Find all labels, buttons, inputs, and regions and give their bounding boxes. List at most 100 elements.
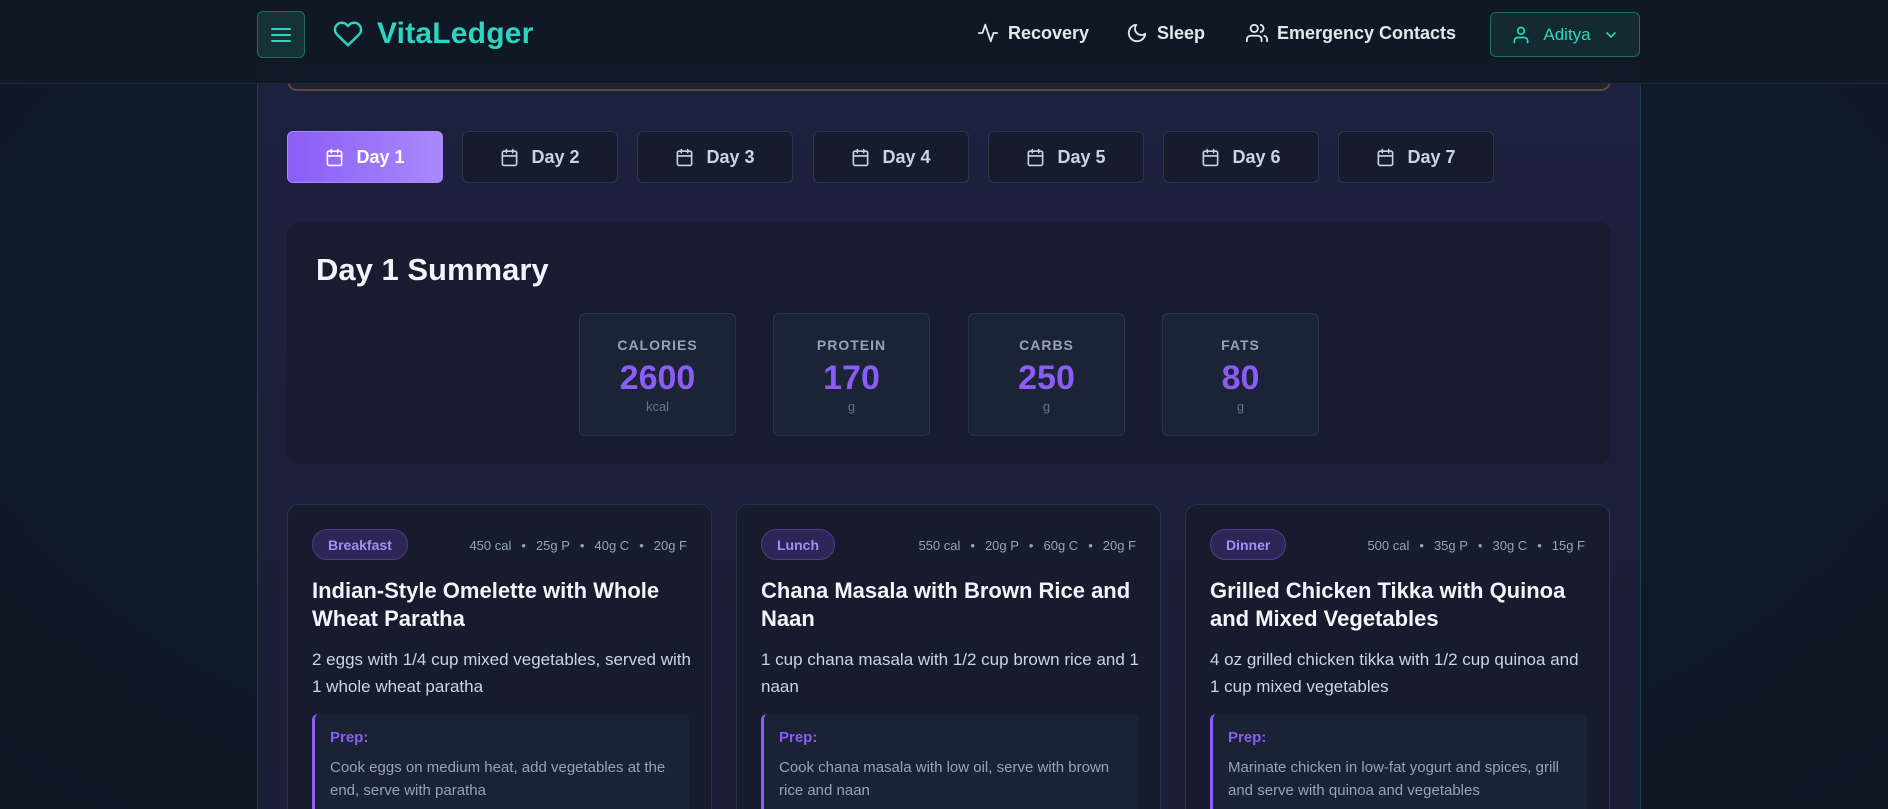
separator-dot: • <box>970 538 975 553</box>
stat-value: 170 <box>823 359 880 397</box>
separator-dot: • <box>579 538 585 553</box>
nav-recovery[interactable]: Recovery <box>977 22 1089 44</box>
macro-fats: 20g F <box>653 538 687 553</box>
calendar-icon <box>502 148 518 166</box>
menu-button[interactable] <box>257 11 305 58</box>
heart-icon <box>333 21 363 47</box>
nav-recovery-label: Recovery <box>1008 22 1090 43</box>
user-menu-button[interactable]: Aditya <box>1490 12 1640 57</box>
tab-day-2[interactable]: Day 2 <box>462 131 618 183</box>
calendar-icon <box>1028 148 1044 166</box>
prep-text: Cook eggs on medium heat, add vegetables… <box>330 759 666 799</box>
stat-unit: g <box>847 399 856 414</box>
prep-label: Prep: <box>1228 729 1267 746</box>
nav-sleep[interactable]: Sleep <box>1126 22 1205 44</box>
tab-label: Day 6 <box>1232 146 1281 167</box>
prep-label: Prep: <box>330 729 369 746</box>
meal-description: 4 oz grilled chicken tikka with 1/2 cup … <box>1210 650 1579 696</box>
stat-label: CALORIES <box>617 337 698 353</box>
calendar-icon <box>677 148 693 166</box>
tab-day-3[interactable]: Day 3 <box>637 131 793 183</box>
chevron-down-icon <box>1605 31 1616 38</box>
stat-protein: PROTEIN 170 g <box>773 313 930 436</box>
meal-type-badge: Breakfast <box>312 529 408 560</box>
stat-value: 2600 <box>619 359 696 397</box>
macro-calories: 550 cal <box>918 538 961 553</box>
stat-label: FATS <box>1221 337 1260 353</box>
calendar-icon <box>1378 148 1394 166</box>
macro-carbs: 40g C <box>594 538 630 553</box>
meal-macros: 550 cal • 20g P • 60g C • 20g F <box>918 538 1136 553</box>
macro-carbs: 30g C <box>1492 538 1528 553</box>
stat-carbs: CARBS 250 g <box>968 313 1125 436</box>
tab-day-1[interactable]: Day 1 <box>287 131 443 183</box>
stat-label: CARBS <box>1019 337 1074 353</box>
top-navbar: VitaLedger Recovery Sleep Emergency Cont… <box>0 0 1888 84</box>
separator-dot: • <box>1477 538 1483 553</box>
stat-calories: CALORIES 2600 kcal <box>579 313 736 436</box>
calendar-icon <box>1203 148 1219 166</box>
separator-dot: • <box>1419 538 1424 553</box>
meal-macros: 500 cal • 35g P • 30g C • 15g F <box>1367 538 1585 553</box>
meal-type-badge: Dinner <box>1210 529 1287 560</box>
macro-protein: 35g P <box>1433 538 1468 553</box>
separator-dot: • <box>639 538 644 553</box>
user-icon <box>1513 26 1529 43</box>
tab-label: Day 7 <box>1407 146 1456 167</box>
separator-dot: • <box>1028 538 1034 553</box>
tab-label: Day 3 <box>706 146 755 167</box>
users-icon <box>1246 23 1268 43</box>
hamburger-icon <box>271 27 291 42</box>
stat-value: 250 <box>1018 359 1075 397</box>
prep-box: Prep: Marinate chicken in low-fat yogurt… <box>1210 714 1587 809</box>
nav-emergency-contacts[interactable]: Emergency Contacts <box>1246 22 1456 44</box>
meal-card-dinner[interactable]: Dinner 500 cal • 35g P • 30g C • 15g F Gril… <box>1185 504 1610 809</box>
day-summary-card: Day 1 Summary CALORIES 2600 kcal PROTEIN… <box>287 222 1611 464</box>
meal-description: 1 cup chana masala with 1/2 cup brown ri… <box>761 650 1140 696</box>
macro-protein: 25g P <box>535 538 570 553</box>
stat-unit: g <box>1236 399 1245 414</box>
meal-card-breakfast[interactable]: Breakfast 450 cal • 25g P • 40g C • 20g F I… <box>287 504 712 809</box>
stat-fats: FATS 80 g <box>1162 313 1319 436</box>
prep-text: Marinate chicken in low-fat yogurt and s… <box>1228 759 1559 799</box>
tab-label: Day 4 <box>882 146 931 167</box>
tab-day-4[interactable]: Day 4 <box>813 131 969 183</box>
tab-label: Day 1 <box>356 146 405 167</box>
meal-macros: 450 cal • 25g P • 40g C • 20g F <box>469 538 687 553</box>
prep-text: Cook chana masala with low oil, serve wi… <box>779 759 1110 799</box>
meal-title: Grilled Chicken Tikka with Quinoa and Mi… <box>1210 578 1566 631</box>
macro-protein: 20g P <box>984 538 1019 553</box>
nav-emergency-contacts-label: Emergency Contacts <box>1277 22 1457 43</box>
stat-label: PROTEIN <box>816 337 887 353</box>
app-logo[interactable]: VitaLedger <box>333 17 534 51</box>
tab-day-5[interactable]: Day 5 <box>988 131 1144 183</box>
separator-dot: • <box>521 538 526 553</box>
tab-label: Day 2 <box>531 146 580 167</box>
user-name: Aditya <box>1543 24 1591 44</box>
prep-box: Prep: Cook eggs on medium heat, add vege… <box>312 714 689 809</box>
prep-label: Prep: <box>779 729 818 746</box>
meal-title: Chana Masala with Brown Rice and Naan <box>761 578 1131 631</box>
meal-type-badge: Lunch <box>761 529 835 560</box>
macro-carbs: 60g C <box>1043 538 1079 553</box>
macro-fats: 20g F <box>1102 538 1136 553</box>
macro-calories: 500 cal <box>1367 538 1410 553</box>
stat-unit: g <box>1042 399 1051 414</box>
meal-card-lunch[interactable]: Lunch 550 cal • 20g P • 60g C • 20g F Chana… <box>736 504 1161 809</box>
macro-calories: 450 cal <box>469 538 512 553</box>
stat-unit: kcal <box>645 399 670 414</box>
tab-label: Day 5 <box>1057 146 1106 167</box>
app-name: VitaLedger <box>377 17 534 50</box>
separator-dot: • <box>1088 538 1093 553</box>
prep-box: Prep: Cook chana masala with low oil, se… <box>761 714 1138 809</box>
tab-day-6[interactable]: Day 6 <box>1163 131 1319 183</box>
moon-icon <box>1127 23 1147 43</box>
tab-day-7[interactable]: Day 7 <box>1338 131 1494 183</box>
summary-title: Day 1 Summary <box>316 252 549 287</box>
meal-title: Indian-Style Omelette with Whole Wheat P… <box>312 578 660 631</box>
meal-description: 2 eggs with 1/4 cup mixed vegetables, se… <box>312 650 691 696</box>
calendar-icon <box>853 148 869 166</box>
macro-fats: 15g F <box>1551 538 1585 553</box>
separator-dot: • <box>1537 538 1542 553</box>
activity-icon <box>977 23 999 43</box>
